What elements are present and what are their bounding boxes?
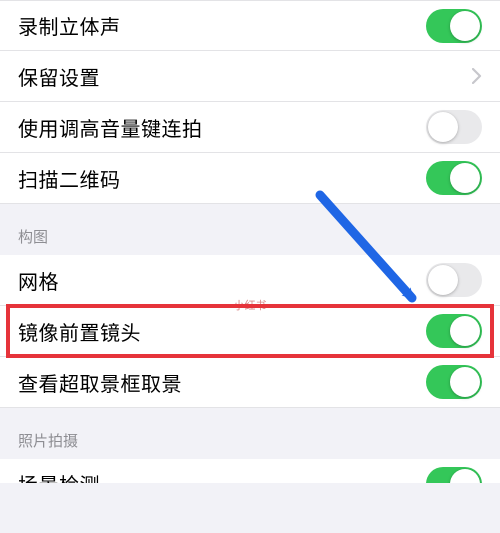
label-mirror-front-camera: 镜像前置镜头 [18,317,426,346]
row-grid[interactable]: 网格 [0,255,500,306]
header-composition: 构图 [0,204,500,255]
label-record-stereo: 录制立体声 [18,11,426,40]
row-volume-up-burst[interactable]: 使用调高音量键连拍 [0,102,500,153]
label-scene-detection: 场景检测 [18,469,426,483]
section-top: 录制立体声 保留设置 使用调高音量键连拍 扫描二维码 [0,0,500,204]
section-photo-capture: 照片拍摄 场景检测 [0,408,500,483]
label-volume-up-burst: 使用调高音量键连拍 [18,113,426,142]
toggle-scene-detection[interactable] [426,467,482,483]
label-view-outside-frame: 查看超取景框取景 [18,368,426,397]
toggle-grid[interactable] [426,263,482,297]
section-composition: 构图 网格 小红书 镜像前置镜头 查看超取景框取景 [0,204,500,408]
row-scene-detection[interactable]: 场景检测 [0,459,500,483]
toggle-record-stereo[interactable] [426,9,482,43]
row-mirror-front-camera[interactable]: 小红书 镜像前置镜头 [0,306,500,357]
row-view-outside-frame[interactable]: 查看超取景框取景 [0,357,500,408]
toggle-mirror-front-camera[interactable] [426,314,482,348]
row-scan-qr[interactable]: 扫描二维码 [0,153,500,204]
label-scan-qr: 扫描二维码 [18,164,426,193]
label-preserve-settings: 保留设置 [18,62,472,91]
chevron-right-icon [472,68,482,84]
toggle-view-outside-frame[interactable] [426,365,482,399]
row-record-stereo[interactable]: 录制立体声 [0,0,500,51]
label-grid: 网格 [18,266,426,295]
header-photo-capture: 照片拍摄 [0,408,500,459]
row-preserve-settings[interactable]: 保留设置 [0,51,500,102]
toggle-volume-up-burst[interactable] [426,110,482,144]
toggle-scan-qr[interactable] [426,161,482,195]
